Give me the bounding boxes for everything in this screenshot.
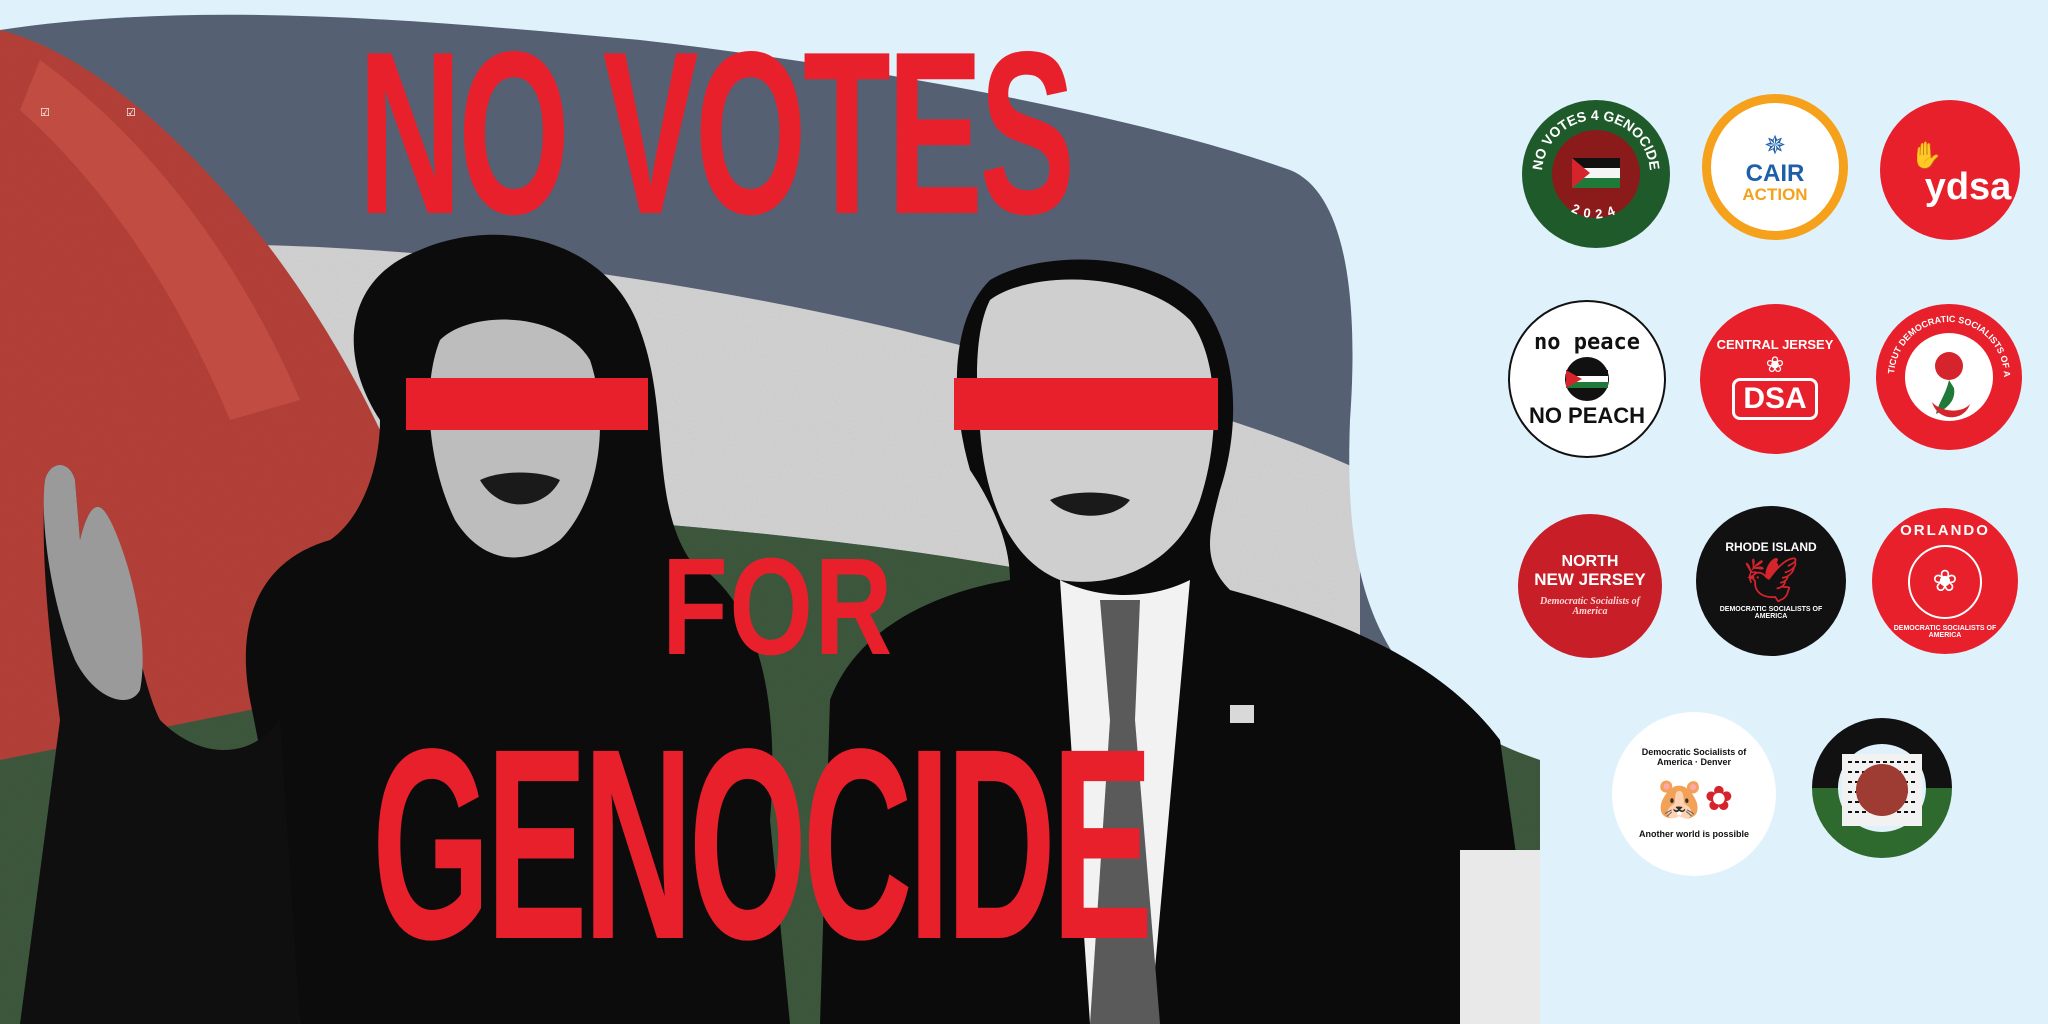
check-icon: ☑: [126, 107, 136, 119]
logo-black-palestinian-emblem: [1808, 714, 1956, 862]
new-jersey-label: NEW JERSEY: [1534, 569, 1646, 589]
logo-orlando-dsa: ORLANDO ❀ DEMOCRATIC SOCIALISTS OF AMERI…: [1872, 508, 2018, 654]
poster: ☑ ☑ NO VOTES FOR GENOCIDE NO VOTES 4 GEN…: [0, 0, 2048, 1024]
logo-denver-dsa: Democratic Socialists of America · Denve…: [1612, 712, 1776, 876]
headline-genocide: GENOCIDE: [372, 692, 1153, 996]
check-icon: ☑: [40, 107, 50, 119]
cair-action-label: ACTION: [1742, 185, 1808, 205]
no-peach-label: NO PEACH: [1528, 403, 1646, 428]
headline-for: FOR: [662, 530, 894, 684]
denver-slogan: Another world is possible: [1638, 829, 1749, 840]
rose-icon: ❀: [1765, 352, 1785, 378]
hamster-icon: 🐹: [1654, 777, 1705, 822]
kuffiyeh-emblem: [1812, 718, 1952, 858]
rhode-island-label: RHODE ISLAND: [1725, 540, 1817, 555]
north-nj-subtitle: Democratic Socialists of America: [1540, 595, 1640, 618]
cair-star-icon: ✵: [1764, 129, 1786, 160]
logo-ydsa: ✋ ydsa: [1880, 100, 2020, 240]
orlando-subtitle: DEMOCRATIC SOCIALISTS OF AMERICA: [1893, 624, 1997, 639]
headline-no-votes: NO VOTES: [358, 4, 1075, 263]
ydsa-rays-icon: ✋: [1910, 140, 1943, 170]
logo-connecticut-dsa: CONNECTICUT DEMOCRATIC SOCIALISTS OF AME…: [1876, 304, 2022, 450]
eye-bar-left: [406, 378, 648, 430]
rhode-island-subtitle: DEMOCRATIC SOCIALISTS OF AMERICA: [1719, 605, 1823, 621]
central-jersey-label: CENTRAL JERSEY: [1716, 337, 1834, 353]
dsa-label: DSA: [1732, 378, 1818, 420]
no-peace-label: no peace: [1534, 329, 1640, 355]
north-label: NORTH: [1561, 553, 1619, 571]
eye-bar-right: [954, 378, 1218, 430]
connecticut-dsa-emblem: CONNECTICUT DEMOCRATIC SOCIALISTS OF AME…: [1876, 304, 2012, 421]
denver-dsa-label: Democratic Socialists of America · Denve…: [1641, 747, 1747, 767]
logo-no-peace-no-peach: no peace NO PEACH: [1508, 300, 1666, 458]
logo-north-new-jersey-dsa: NORTH NEW JERSEY Democratic Socialists o…: [1518, 514, 1662, 658]
eagle-icon: 🕊: [1743, 555, 1799, 605]
ydsa-label: ydsa: [1924, 166, 2012, 209]
logo-rhode-island-dsa: RHODE ISLAND 🕊 DEMOCRATIC SOCIALISTS OF …: [1696, 506, 1846, 656]
logo-no-votes-4-genocide: NO VOTES 4 GENOCIDE 2024: [1522, 100, 1670, 248]
peach-flag-icon: [1565, 357, 1609, 401]
logo-cair-action: ✵ CAIR ACTION: [1702, 94, 1848, 240]
rose-icon: ✿: [1704, 779, 1734, 818]
no-votes-4-genocide-emblem: NO VOTES 4 GENOCIDE 2024: [1529, 107, 1663, 222]
orlando-label: ORLANDO: [1900, 521, 1990, 539]
cair-label: CAIR: [1745, 159, 1805, 187]
rose-fountain-icon: ❀: [1932, 565, 1958, 599]
logo-central-jersey-dsa: CENTRAL JERSEY ❀ DSA: [1700, 304, 1850, 454]
